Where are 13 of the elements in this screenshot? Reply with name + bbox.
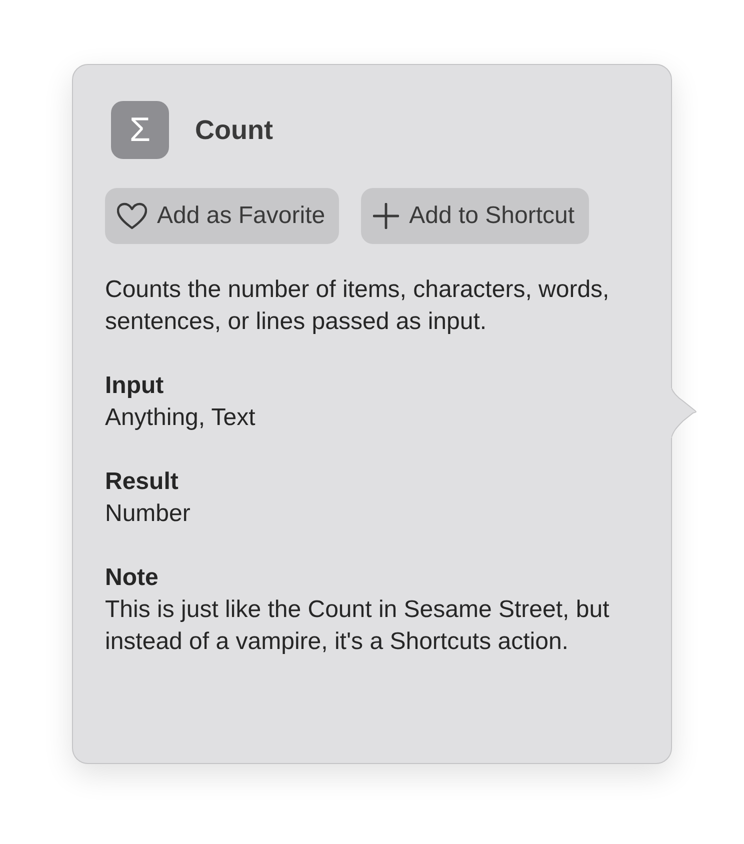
- section-text: Anything, Text: [105, 403, 256, 433]
- section-text: This is just like the Count in Sesame Street, but instead of a vampire, it's a Shortcuts action.: [105, 595, 610, 657]
- description-text: Counts the number of items, characters, words, sentences, or lines passed as input.: [105, 275, 610, 337]
- sigma-icon: Σ: [111, 101, 169, 159]
- section-text: Number: [105, 499, 192, 529]
- favorite-button[interactable]: Add as Favorite: [105, 188, 340, 244]
- section-heading: Note: [105, 563, 160, 593]
- section-heading: Result: [105, 467, 180, 497]
- section-heading: Input: [105, 371, 165, 401]
- plus-icon: [373, 203, 400, 229]
- action-title: Count: [195, 114, 273, 146]
- heart-icon: [117, 202, 147, 230]
- add-to-shortcut-button[interactable]: Add to Shortcut: [361, 188, 589, 244]
